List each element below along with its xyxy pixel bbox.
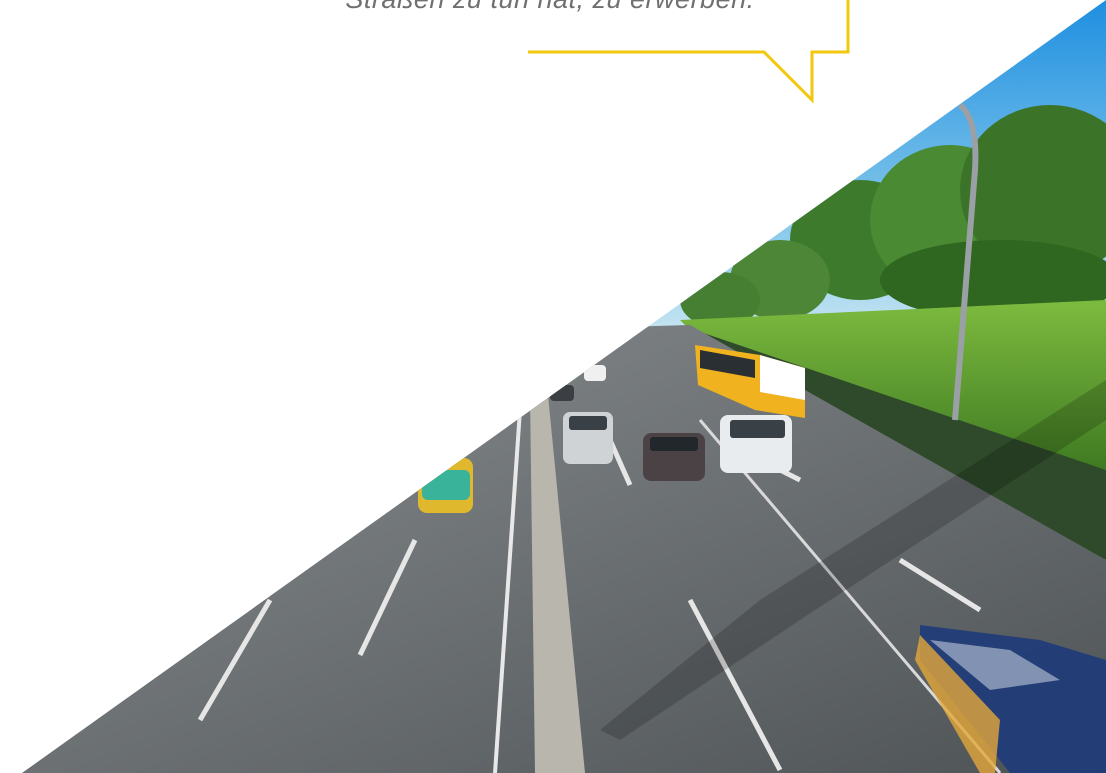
page-canvas: Straßen zu tun hat, zu erwerben. <box>0 0 1106 773</box>
quote-text: Straßen zu tun hat, zu erwerben. <box>250 0 850 13</box>
speech-bubble <box>528 0 850 104</box>
